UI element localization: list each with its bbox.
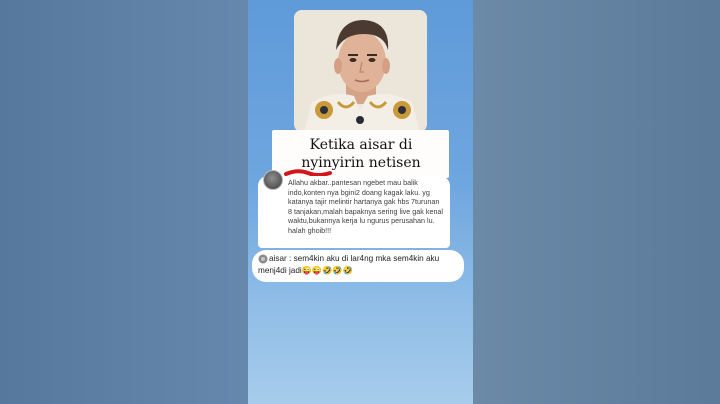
right-blurred-panel — [473, 0, 720, 404]
caption-title: Ketika aisar di nyinyirin netisen — [301, 137, 421, 171]
caption-card: Ketika aisar di nyinyirin netisen — [272, 130, 449, 178]
comment-text: Allahu akbar..pantesan ngebet mau balik … — [288, 178, 444, 235]
reply-bubble: aisar : sem4kin aku di lar4ng mka sem4ki… — [252, 250, 464, 282]
left-blurred-panel — [0, 0, 248, 404]
comment-screenshot: Allahu akbar..pantesan ngebet mau balik … — [258, 170, 450, 248]
person-photo — [294, 10, 427, 132]
video-frame[interactable]: Ketika aisar di nyinyirin netisen Allahu… — [248, 0, 473, 404]
reply-text: aisar : sem4kin aku di lar4ng mka sem4ki… — [258, 253, 462, 276]
avatar-icon — [263, 170, 283, 190]
reply-text-content: aisar : sem4kin aku di lar4ng mka sem4ki… — [258, 254, 440, 275]
